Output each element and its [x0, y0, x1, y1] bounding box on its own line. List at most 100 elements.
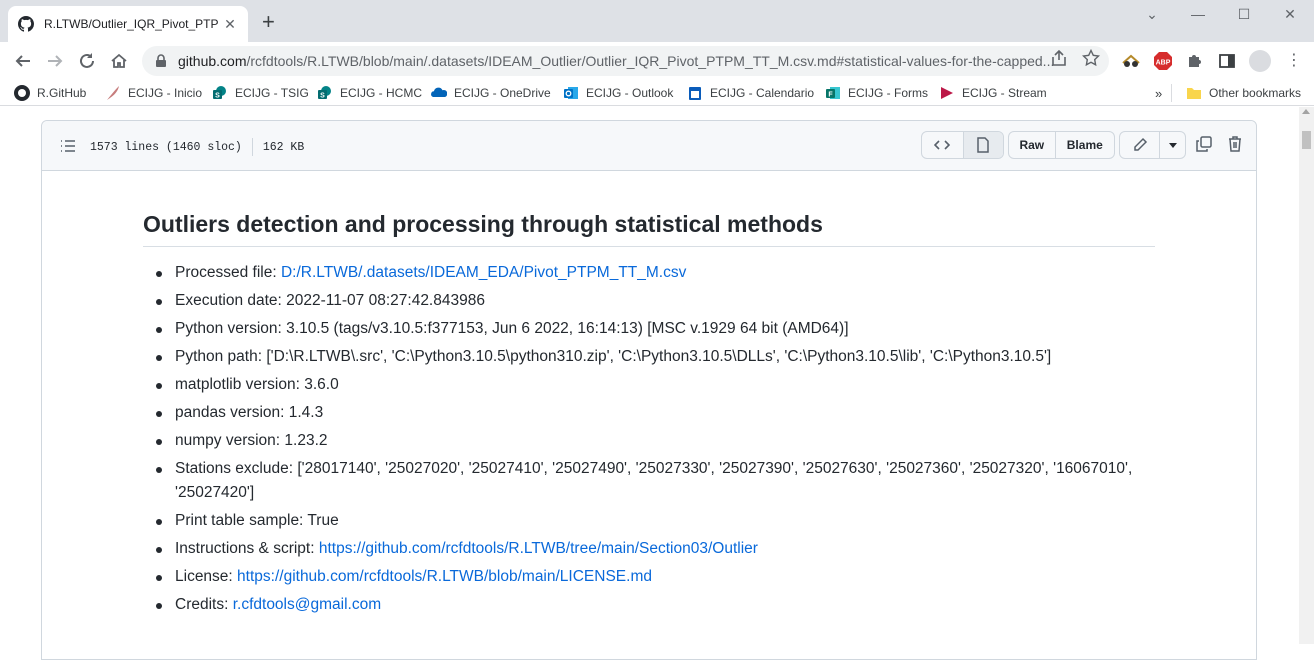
list-item: Credits: r.cfdtools@gmail.com [156, 593, 1155, 617]
abp-icon: ABP [1154, 52, 1172, 70]
maximize-button[interactable]: ☐ [1221, 6, 1267, 26]
bookmark-label: ECIJG - OneDrive [454, 86, 551, 100]
list-item: Stations exclude: ['28017140', '25027020… [156, 457, 1155, 505]
item-label: pandas version: 1.4.3 [175, 404, 324, 421]
folder-icon [1187, 88, 1201, 99]
github-icon [18, 16, 34, 32]
extension-glasses-icon [1122, 54, 1140, 67]
list-item: matplotlib version: 3.6.0 [156, 373, 1155, 397]
home-button[interactable] [108, 50, 130, 72]
home-icon [111, 53, 127, 68]
page-scrollbar[interactable] [1299, 107, 1314, 644]
bookmark-item[interactable]: ECIJG - Stream [939, 84, 1047, 102]
item-label: matplotlib version: 3.6.0 [175, 376, 339, 393]
bookmark-label: ECIJG - Stream [962, 86, 1047, 100]
item-label: Execution date: 2022-11-07 08:27:42.8439… [175, 292, 485, 309]
item-label: numpy version: 1.23.2 [175, 432, 328, 449]
instructions-link[interactable]: https://github.com/rcfdtools/R.LTWB/tree… [319, 540, 758, 557]
list-item: Instructions & script: https://github.co… [156, 537, 1155, 561]
file-info: 1573 lines (1460 sloc) 162 KB [90, 138, 304, 156]
copy-icon[interactable] [1195, 135, 1213, 153]
bookmark-item[interactable]: ECIJG - Calendario [687, 84, 814, 102]
bookmark-item[interactable]: S ECIJG - TSIG [212, 84, 309, 102]
menu-button[interactable]: ⋮ [1284, 51, 1304, 71]
preview-view-button[interactable] [962, 132, 1003, 158]
item-label: Python path: ['D:\R.LTWB\.src', 'C:\Pyth… [175, 348, 1052, 365]
bookmark-item[interactable]: F ECIJG - Forms [825, 84, 928, 102]
lock-icon[interactable] [154, 54, 168, 68]
arrow-right-icon [48, 55, 63, 67]
edit-dropdown-button[interactable] [1159, 132, 1185, 158]
outline-list-icon[interactable] [60, 138, 76, 154]
more-bookmarks-chevron-icon[interactable]: » [1155, 84, 1162, 102]
other-bookmarks[interactable]: Other bookmarks [1186, 84, 1301, 102]
raw-button[interactable]: Raw [1009, 132, 1055, 158]
bookmark-label: ECIJG - Inicio [128, 86, 203, 100]
bookmark-item[interactable]: ECIJG - OneDrive [431, 84, 551, 102]
list-item: Processed file: D:/R.LTWB/.datasets/IDEA… [156, 261, 1155, 285]
file-size: 162 KB [262, 141, 305, 155]
trash-icon[interactable] [1226, 135, 1244, 153]
tab-strip: R.LTWB/Outlier_IQR_Pivot_PTPM ✕ + ⌄ — ☐ … [0, 0, 1314, 42]
list-item: Python path: ['D:\R.LTWB\.src', 'C:\Pyth… [156, 345, 1155, 369]
forms-icon: F [826, 87, 840, 99]
forward-button[interactable] [44, 50, 66, 72]
sharepoint-icon: S [318, 86, 331, 100]
edit-group [1119, 131, 1186, 159]
url-text[interactable]: github.com/rcfdtools/R.LTWB/blob/main/.d… [178, 53, 1058, 69]
bookmark-item[interactable]: ECIJG - Inicio [105, 84, 202, 102]
star-icon[interactable] [1082, 49, 1100, 67]
side-panel-button[interactable] [1217, 51, 1237, 71]
onedrive-icon [431, 87, 447, 97]
sharepoint-icon: S [213, 86, 226, 100]
close-window-button[interactable]: ✕ [1267, 6, 1313, 26]
back-button[interactable] [12, 50, 34, 72]
extensions-button[interactable] [1185, 51, 1205, 71]
scrollbar-thumb[interactable] [1302, 131, 1311, 149]
feather-icon [107, 86, 119, 100]
credits-email-link[interactable]: r.cfdtools@gmail.com [233, 596, 381, 613]
item-label: Python version: 3.10.5 (tags/v3.10.5:f37… [175, 320, 849, 337]
file-header: 1573 lines (1460 sloc) 162 KB Raw Blame [42, 121, 1256, 171]
new-tab-button[interactable]: + [262, 11, 275, 33]
item-label: Print table sample: True [175, 512, 339, 529]
extension-icon[interactable] [1121, 51, 1141, 71]
edit-button[interactable] [1120, 132, 1159, 158]
license-link[interactable]: https://github.com/rcfdtools/R.LTWB/blob… [237, 568, 652, 585]
item-label: Credits: [175, 596, 233, 613]
reload-button[interactable] [76, 50, 98, 72]
bookmark-item[interactable]: S ECIJG - HCMC [317, 84, 422, 102]
svg-text:F: F [828, 92, 833, 99]
reload-icon [80, 53, 94, 68]
close-tab-icon[interactable]: ✕ [222, 16, 238, 33]
processed-file-link[interactable]: D:/R.LTWB/.datasets/IDEAM_EDA/Pivot_PTPM… [281, 264, 686, 281]
list-item: pandas version: 1.4.3 [156, 401, 1155, 425]
bookmark-item[interactable]: R.GitHub [14, 84, 86, 102]
stream-icon [941, 87, 953, 99]
share-icon[interactable] [1050, 49, 1068, 67]
address-bar[interactable]: github.com/rcfdtools/R.LTWB/blob/main/.d… [142, 46, 1109, 76]
bookmark-label: ECIJG - HCMC [340, 86, 422, 100]
browser-toolbar: github.com/rcfdtools/R.LTWB/blob/main/.d… [0, 42, 1314, 80]
scroll-up-arrow-icon[interactable] [1302, 109, 1310, 114]
minimize-button[interactable]: — [1175, 6, 1221, 26]
adblock-icon[interactable]: ABP [1153, 51, 1173, 71]
bookmarks-divider [1171, 84, 1172, 102]
code-view-button[interactable] [922, 132, 963, 158]
metadata-list: Processed file: D:/R.LTWB/.datasets/IDEA… [143, 261, 1155, 617]
bookmarks-bar: R.GitHub ECIJG - Inicio S ECIJG - TSIG S… [0, 80, 1314, 106]
bookmark-label: ECIJG - TSIG [235, 86, 309, 100]
avatar [1249, 50, 1271, 72]
code-icon [934, 140, 951, 150]
blame-button[interactable]: Blame [1054, 132, 1114, 158]
browser-tab[interactable]: R.LTWB/Outlier_IQR_Pivot_PTPM ✕ [8, 6, 248, 42]
item-label: Instructions & script: [175, 540, 319, 557]
page-title: Outliers detection and processing throug… [143, 211, 1155, 247]
bookmark-label: ECIJG - Calendario [710, 86, 815, 100]
profile-avatar[interactable] [1248, 49, 1272, 73]
file-lines: 1573 lines (1460 sloc) [90, 141, 242, 155]
list-item: numpy version: 1.23.2 [156, 429, 1155, 453]
bookmark-item[interactable]: ECIJG - Outlook [563, 84, 673, 102]
tab-search-icon[interactable]: ⌄ [1129, 6, 1175, 26]
other-bookmarks-label: Other bookmarks [1209, 86, 1302, 100]
